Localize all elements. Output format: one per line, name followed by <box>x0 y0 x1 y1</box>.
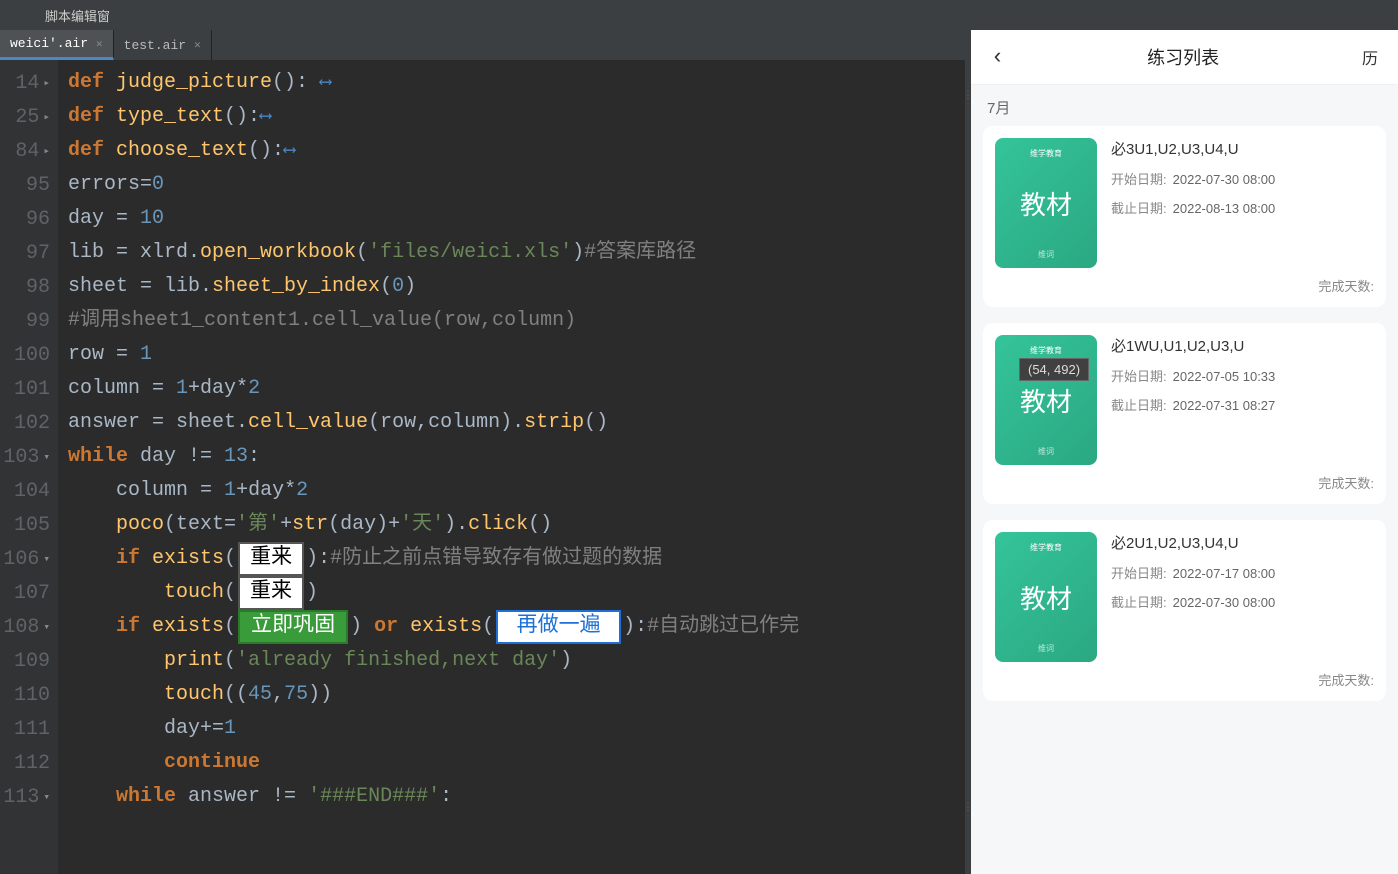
card-footer: 完成天数: <box>995 670 1374 689</box>
card-title: 必2U1,U2,U3,U4,U <box>1111 532 1374 553</box>
card-thumbnail: 维学教育 教材 维词 <box>995 335 1097 465</box>
card-thumbnail: 维学教育 教材 维词 <box>995 138 1097 268</box>
fold-icon[interactable]: ▸ <box>43 110 50 124</box>
template-chip-retry[interactable]: 重来 <box>238 576 304 610</box>
fold-icon[interactable]: ▾ <box>43 450 50 464</box>
tab-weici[interactable]: weici'.air ✕ <box>0 30 114 60</box>
card-title: 必1WU,U1,U2,U3,U <box>1111 335 1374 356</box>
fold-icon[interactable]: ▸ <box>43 144 50 158</box>
practice-card[interactable]: 维学教育 教材 维词 必3U1,U2,U3,U4,U 开始日期:2022-07-… <box>983 126 1386 307</box>
tab-label: weici'.air <box>10 36 88 51</box>
editor-tabs: weici'.air ✕ test.air ✕ <box>0 30 965 60</box>
mobile-header: ‹ 练习列表 历 <box>971 30 1398 85</box>
fold-icon[interactable]: ▾ <box>43 552 50 566</box>
code-body[interactable]: def judge_picture(): ⟷ def type_text():⟷… <box>58 60 965 874</box>
fold-icon[interactable]: ▾ <box>43 620 50 634</box>
card-footer: 完成天数: <box>995 276 1374 295</box>
fold-icon[interactable]: ▸ <box>43 76 50 90</box>
editor-panel: weici'.air ✕ test.air ✕ 14▸ 25▸ 84▸ 95 9… <box>0 30 965 874</box>
card-thumbnail: 维学教育 教材 维词 <box>995 532 1097 662</box>
template-chip-redo[interactable]: 再做一遍 <box>496 610 621 644</box>
month-label: 7月 <box>983 85 1386 126</box>
window-title-bar: 脚本编辑窗 <box>0 0 1398 30</box>
main-area: weici'.air ✕ test.air ✕ 14▸ 25▸ 84▸ 95 9… <box>0 30 1398 874</box>
card-title: 必3U1,U2,U3,U4,U <box>1111 138 1374 159</box>
tab-test[interactable]: test.air ✕ <box>114 30 212 60</box>
practice-card[interactable]: 维学教育 教材 维词 必2U1,U2,U3,U4,U 开始日期:2022-07-… <box>983 520 1386 701</box>
code-editor[interactable]: 14▸ 25▸ 84▸ 95 96 97 98 99 100 101 102 1… <box>0 60 965 874</box>
close-icon[interactable]: ✕ <box>96 37 103 51</box>
mobile-body[interactable]: 7月 维学教育 教材 维词 必3U1,U2,U3,U4,U 开始日期:2022-… <box>971 85 1398 874</box>
card-footer: 完成天数: <box>995 473 1374 492</box>
device-preview-panel: ‹ 练习列表 历 7月 维学教育 教材 维词 必3U1,U2,U3,U4,U 开… <box>971 30 1398 874</box>
template-chip-retry[interactable]: 重来 <box>238 542 304 576</box>
template-chip-consolidate[interactable]: 立即巩固 <box>238 610 348 644</box>
fold-arrow-icon: ⟷ <box>284 134 295 168</box>
tab-label: test.air <box>124 38 186 53</box>
practice-card[interactable]: 维学教育 教材 维词 必1WU,U1,U2,U3,U 开始日期:2022-07-… <box>983 323 1386 504</box>
back-icon[interactable]: ‹ <box>991 45 1004 70</box>
close-icon[interactable]: ✕ <box>194 38 201 52</box>
header-right[interactable]: 历 <box>1362 45 1378 69</box>
fold-arrow-icon: ⟷ <box>320 66 331 100</box>
fold-arrow-icon: ⟷ <box>260 100 271 134</box>
fold-icon[interactable]: ▾ <box>43 790 50 804</box>
coordinate-tooltip: (54, 492) <box>1019 358 1089 381</box>
line-gutter: 14▸ 25▸ 84▸ 95 96 97 98 99 100 101 102 1… <box>0 60 58 874</box>
page-title: 练习列表 <box>1004 44 1362 70</box>
window-title: 脚本编辑窗 <box>45 6 110 25</box>
